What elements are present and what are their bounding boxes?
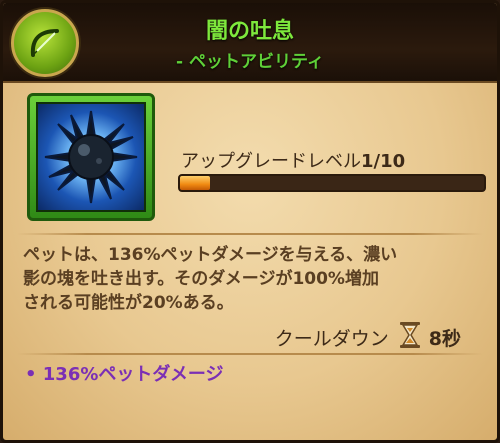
- ability-title: 闇の吐息: [205, 19, 294, 44]
- upgrade-label-text: アップグレードレベル: [181, 151, 361, 172]
- upgrade-progress-fill: [180, 176, 211, 190]
- ability-subtitle: - ペットアビリティ: [176, 52, 324, 72]
- hourglass-icon: [399, 321, 421, 354]
- upgrade-level-value: 1/10: [361, 151, 406, 172]
- ability-icon-frame: [27, 93, 155, 221]
- description-line: される可能性が20%ある。: [23, 293, 234, 313]
- cooldown-row: クールダウン 8秒: [275, 321, 461, 354]
- upgrade-progress-bar: [178, 174, 486, 192]
- cooldown-value: 8秒: [428, 328, 461, 350]
- spiked-orb-icon: [36, 102, 146, 212]
- description-line: ペットは、136%ペットダメージを与える、濃い: [23, 245, 398, 265]
- description-line: 影の塊を吐き出す。そのダメージが100%増加: [23, 269, 379, 289]
- bonus-stat: • 136%ペットダメージ: [25, 364, 224, 385]
- divider: [17, 353, 483, 355]
- divider: [17, 233, 483, 235]
- ability-tooltip: 闇の吐息 - ペットアビリティ アップグレードレベル1/10 ペットは、136%…: [0, 0, 500, 443]
- cooldown-label: クールダウン: [274, 328, 389, 350]
- upgrade-level-label: アップグレードレベル1/10: [181, 147, 405, 173]
- ability-description: ペットは、136%ペットダメージを与える、濃い 影の塊を吐き出す。そのダメージが…: [23, 243, 485, 315]
- tooltip-header: 闇の吐息 - ペットアビリティ: [3, 3, 497, 83]
